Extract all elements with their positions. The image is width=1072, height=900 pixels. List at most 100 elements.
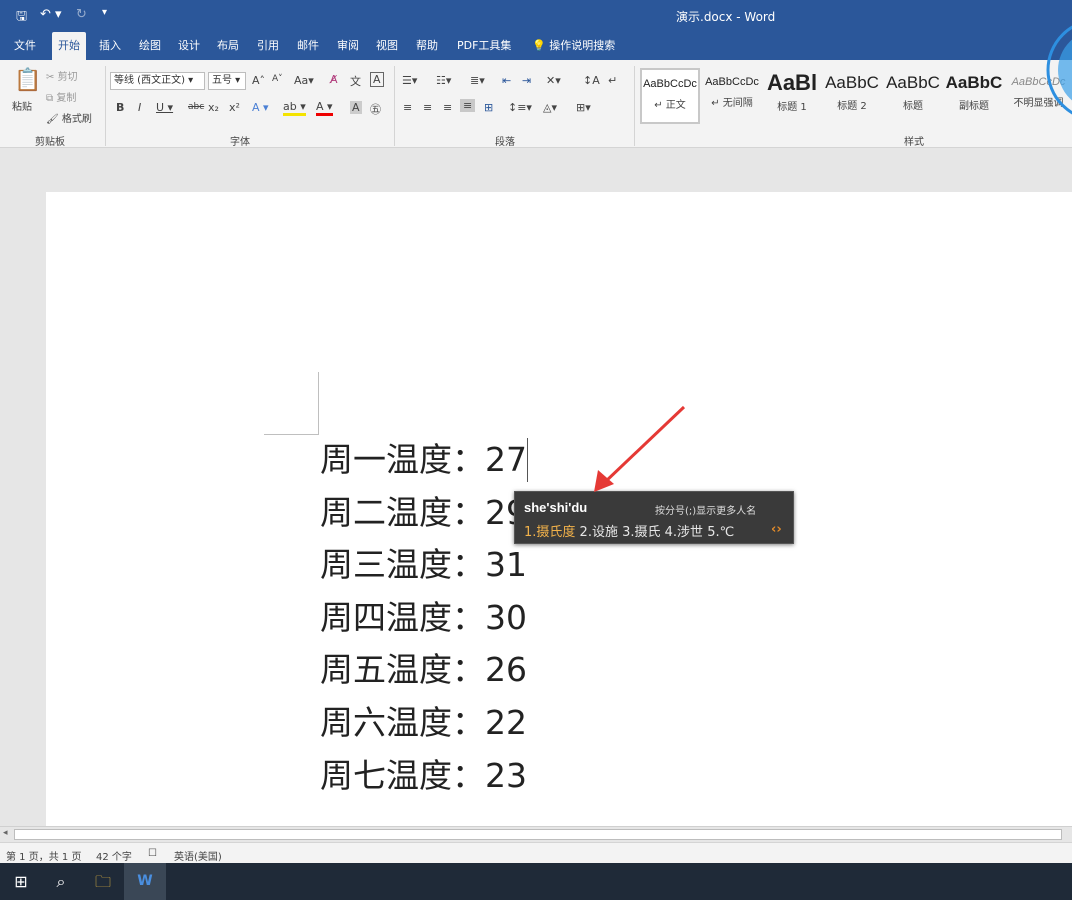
align-center-icon[interactable]: ≡ (423, 101, 432, 114)
tab-review[interactable]: 审阅 (331, 32, 365, 60)
character-border-icon[interactable]: A (370, 72, 384, 87)
character-shading-icon[interactable]: A (350, 101, 362, 114)
ime-candidate[interactable]: 5.℃ (707, 525, 734, 540)
sort-icon[interactable]: ↕A (583, 74, 600, 87)
tab-insert[interactable]: 插入 (93, 32, 127, 60)
group-divider (634, 66, 635, 146)
paragraph-group-label: 段落 (495, 137, 515, 148)
windows-start-icon[interactable]: ⊞ (0, 863, 42, 900)
highlight-icon[interactable]: ab ▾ (283, 100, 306, 116)
strikethrough-icon[interactable]: abc (188, 102, 204, 112)
underline-icon[interactable]: U ▾ (156, 101, 173, 114)
italic-icon[interactable]: I (138, 101, 141, 114)
page-count[interactable]: 第 1 页，共 1 页 (6, 848, 81, 863)
style-subtle-emphasis[interactable]: AaBbCcDc 不明显强调 (1005, 68, 1072, 124)
align-right-icon[interactable]: ≡ (443, 101, 452, 114)
ime-candidate[interactable]: 3.摄氏 (622, 525, 660, 540)
bold-icon[interactable]: B (116, 101, 124, 114)
document-line[interactable]: 周二温度：29 (320, 493, 527, 533)
clear-formatting-icon[interactable]: A̸ (330, 73, 338, 86)
phonetic-guide-icon[interactable]: 文 (350, 73, 361, 89)
tab-home[interactable]: 开始 (52, 32, 86, 60)
borders-icon[interactable]: ⊞▾ (576, 101, 591, 114)
change-case-icon[interactable]: Aa▾ (294, 74, 314, 87)
undo-icon[interactable]: ↶ ▾ (40, 7, 62, 22)
paste-button[interactable]: 粘贴 (12, 98, 32, 113)
line-spacing-icon[interactable]: ↕≡▾ (508, 101, 532, 114)
paste-icon[interactable]: 📋 (14, 68, 41, 93)
group-divider (394, 66, 395, 146)
style-normal[interactable]: AaBbCcDc ↵ 正文 (640, 68, 700, 124)
document-canvas[interactable] (0, 149, 1072, 826)
tab-pdf-tools[interactable]: PDF工具集 (451, 32, 517, 60)
format-painter-button[interactable]: 🖌 格式刷 (46, 110, 92, 125)
shading-icon[interactable]: ◬▾ (543, 101, 557, 114)
document-line[interactable]: 周三温度：31 (320, 545, 527, 585)
ime-candidate-window[interactable]: she'shi'du 按分号(;)显示更多人名 1.摄氏度 2.设施 3.摄氏 … (514, 491, 794, 544)
text-cursor (527, 438, 528, 482)
tell-me-search[interactable]: 💡 操作说明搜索 (526, 32, 621, 60)
tab-mailings[interactable]: 邮件 (291, 32, 325, 60)
cut-button[interactable]: ✂ 剪切 (46, 68, 78, 83)
taskbar: ⊞ ⌕ 🗀 W (0, 863, 1072, 900)
word-app-icon[interactable]: W (124, 863, 166, 900)
justify-icon[interactable]: ≡ (460, 99, 476, 112)
align-left-icon[interactable]: ≡ (403, 101, 412, 114)
document-line[interactable]: 周六温度：22 (320, 703, 527, 743)
style-title[interactable]: AaBbC 标题 (883, 68, 943, 124)
clipboard-group-label: 剪贴板 (35, 137, 65, 148)
text-effects-icon[interactable]: A ▾ (252, 101, 269, 114)
styles-group-label: 样式 (904, 137, 924, 148)
increase-indent-icon[interactable]: ⇥ (522, 74, 531, 87)
tab-layout[interactable]: 布局 (211, 32, 245, 60)
multilevel-list-icon[interactable]: ≣▾ (470, 74, 485, 87)
ime-candidate[interactable]: 1.摄氏度 (524, 525, 575, 540)
proofing-icon[interactable]: ☐ (148, 848, 157, 859)
save-icon[interactable]: 🖫 (16, 7, 27, 29)
enclose-characters-icon[interactable]: ㊄ (370, 101, 381, 117)
numbering-icon[interactable]: ☷▾ (436, 74, 451, 87)
word-count[interactable]: 42 个字 (96, 848, 132, 863)
redo-icon[interactable]: ↻ (76, 7, 87, 22)
search-icon[interactable]: ⌕ (40, 863, 82, 900)
tab-design[interactable]: 设计 (172, 32, 206, 60)
scroll-thumb[interactable] (14, 829, 1062, 840)
font-group-label: 字体 (230, 137, 250, 148)
ime-page-arrows-icon[interactable]: ‹› (771, 522, 782, 537)
file-explorer-icon[interactable]: 🗀 (82, 863, 124, 900)
horizontal-scrollbar[interactable]: ◂ (0, 826, 1072, 842)
style-heading-2[interactable]: AaBbC 标题 2 (822, 68, 882, 124)
copy-button[interactable]: ⧉ 复制 (46, 89, 76, 104)
margin-marker (318, 372, 319, 434)
language[interactable]: 英语(美国) (174, 848, 222, 863)
document-line[interactable]: 周一温度：27 (320, 440, 527, 480)
tab-view[interactable]: 视图 (370, 32, 404, 60)
subscript-icon[interactable]: x₂ (208, 101, 219, 114)
decrease-indent-icon[interactable]: ⇤ (502, 74, 511, 87)
tab-references[interactable]: 引用 (251, 32, 285, 60)
lightbulb-icon: 💡 (532, 39, 546, 52)
font-size-dropdown[interactable]: 五号 ▾ (208, 72, 246, 90)
font-family-dropdown[interactable]: 等线 (西文正文) ▾ (110, 72, 205, 90)
ime-candidate[interactable]: 4.涉世 (665, 525, 703, 540)
show-marks-icon[interactable]: ↵ (608, 74, 617, 87)
document-line[interactable]: 周七温度：23 (320, 756, 527, 796)
font-color-icon[interactable]: A ▾ (316, 100, 333, 116)
distributed-icon[interactable]: ⊞ (484, 101, 493, 114)
style-no-spacing[interactable]: AaBbCcDc ↵ 无间隔 (702, 68, 762, 124)
shrink-font-icon[interactable]: A˅ (272, 74, 283, 84)
scroll-left-icon[interactable]: ◂ (3, 828, 8, 838)
customize-quick-access-icon[interactable]: ▾ (102, 7, 107, 18)
superscript-icon[interactable]: x² (229, 101, 240, 114)
tab-file[interactable]: 文件 (8, 32, 42, 60)
bullets-icon[interactable]: ☰▾ (402, 74, 417, 87)
style-heading-1[interactable]: AaBl 标题 1 (762, 68, 822, 124)
style-subtitle[interactable]: AaBbC 副标题 (944, 68, 1004, 124)
asian-layout-icon[interactable]: ✕▾ (546, 74, 561, 87)
tab-draw[interactable]: 绘图 (133, 32, 167, 60)
tab-help[interactable]: 帮助 (410, 32, 444, 60)
grow-font-icon[interactable]: A˄ (252, 74, 265, 87)
ime-candidate[interactable]: 2.设施 (580, 525, 618, 540)
document-line[interactable]: 周五温度：26 (320, 650, 527, 690)
document-line[interactable]: 周四温度：30 (320, 598, 527, 638)
